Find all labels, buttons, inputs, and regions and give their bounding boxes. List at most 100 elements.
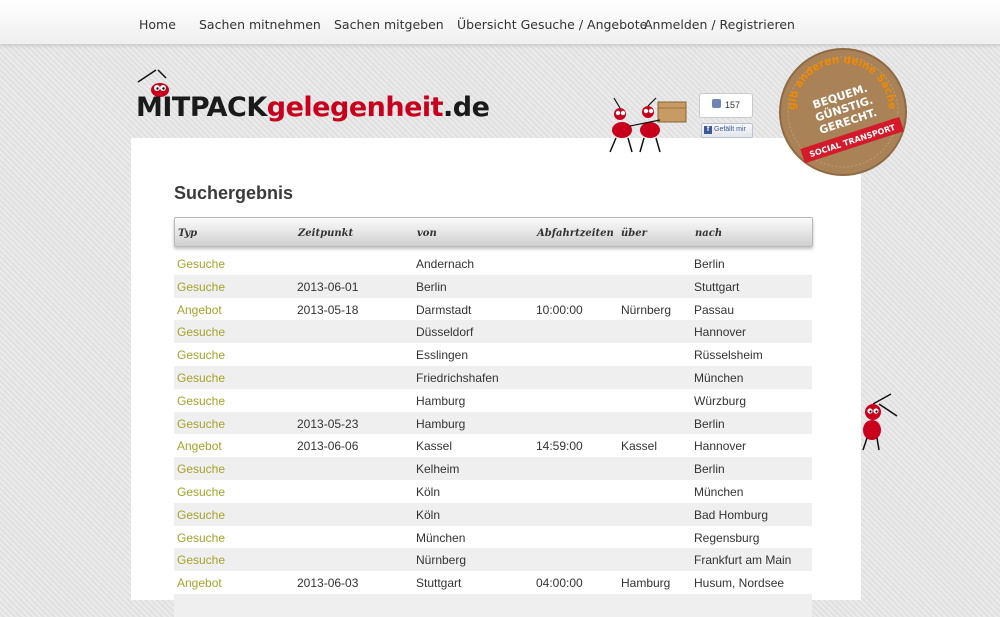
table-row: Gesuche Nürnberg Frankfurt am Main [174,548,812,572]
top-navigation: Home Sachen mitnehmen Sachen mitgeben Üb… [0,0,1000,45]
row-type-link[interactable]: Angebot [177,439,222,453]
row-type-link[interactable]: Gesuche [177,257,225,271]
table-row: Gesuche Köln München [174,480,812,503]
row-von: Düsseldorf [416,325,474,340]
like-thumb-icon [712,99,721,108]
table-row: Gesuche Köln Bad Homburg [174,502,812,526]
row-von: Hamburg [416,393,466,408]
row-von: Hamburg [416,416,466,431]
row-type-link[interactable]: Angebot [177,303,222,317]
like-button-label: Gefällt mir [714,126,746,133]
nav-sachen-mitnehmen[interactable]: Sachen mitnehmen [199,0,321,44]
row-type-link[interactable]: Gesuche [177,508,225,522]
nav-anmelden[interactable]: Anmelden / Registrieren [644,0,795,44]
row-nach: München [694,370,744,385]
row-nach: Hannover [694,439,747,454]
table-row: Angebot 2013-05-18 Darmstadt 10:00:00 Nürnbe… [174,298,812,321]
row-nach: Frankfurt am Main [694,553,792,568]
row-type-link[interactable]: Gesuche [177,553,225,567]
results-table-body: Gesuche Andernach Berlin Gesuche 2013-06-01… [174,252,812,617]
facebook-like-button[interactable]: f Gefällt mir [701,123,753,138]
table-row: Gesuche Andernach Berlin [174,252,812,275]
logo-part-mitpack: MITPACK [136,92,267,123]
nav-uebersicht[interactable]: Übersicht Gesuche / Angebote [457,0,647,44]
row-von: München [416,530,466,545]
row-nach: Rüsselsheim [694,348,763,363]
row-nach: Stuttgart [694,279,740,294]
table-row: Gesuche Düsseldorf Hannover [174,320,812,344]
col-header-ueber[interactable]: über [621,228,647,239]
row-von: Andernach [416,257,475,271]
row-von: Stuttgart [416,576,462,591]
table-row: Gesuche 2013-06-01 Berlin Stuttgart [174,274,812,298]
row-zeitpunkt: 2013-05-18 [297,302,359,317]
row-nach: Passau [694,302,735,317]
row-zeitpunkt: 2013-06-03 [297,576,359,591]
row-von: Kassel [416,439,453,454]
col-header-nach[interactable]: nach [695,228,722,239]
row-type-link[interactable]: Gesuche [177,280,225,294]
row-von: Esslingen [416,348,469,363]
row-ueber: Kassel [621,439,658,454]
row-nach: Bad Homburg [694,507,769,522]
row-nach: Husum, Nordsee [694,576,785,591]
table-row: Gesuche Friedrichshafen München [174,365,812,389]
row-von: Köln [416,507,441,522]
table-row: Gesuche München Regensburg [174,526,812,549]
row-type-link[interactable]: Gesuche [177,325,225,339]
row-ueber: Hamburg [621,576,671,591]
row-nach: Berlin [694,416,725,431]
row-nach: Berlin [694,257,725,271]
row-zeitpunkt: 2013-06-06 [297,439,359,454]
table-row: Gesuche Kelheim Berlin [174,457,812,480]
facebook-icon: f [704,126,712,134]
row-type-link[interactable]: Gesuche [177,485,225,499]
row-nach: München [694,484,744,499]
ant-mascot-icon[interactable] [857,390,901,452]
results-table-header: Typ Zeitpunkt von Abfahrtzeiten über nac… [174,217,813,247]
row-type-link[interactable]: Gesuche [177,531,225,545]
row-ueber: Nürnberg [621,302,672,317]
row-abfahrt: 04:00:00 [536,576,583,591]
col-header-abfahrtzeiten[interactable]: Abfahrtzeiten [537,228,614,239]
row-nach: Würzburg [694,393,747,408]
logo-part-tld: .de [443,92,490,123]
col-header-von[interactable]: von [417,228,437,239]
row-type-link[interactable]: Gesuche [177,348,225,362]
row-type-link[interactable]: Angebot [177,576,222,590]
table-row: Gesuche Hamburg Würzburg [174,389,812,412]
row-von: Berlin [416,279,447,294]
like-count-box: 157 [699,93,753,118]
col-header-typ[interactable]: Typ [178,228,197,239]
row-type-link[interactable]: Gesuche [177,417,225,431]
row-nach: Hannover [694,325,747,340]
row-type-link[interactable]: Gesuche [177,462,225,476]
table-row [174,593,812,617]
row-von: Darmstadt [416,302,472,317]
like-count: 157 [725,100,741,110]
table-row: Gesuche Esslingen Rüsselsheim [174,343,812,366]
row-von: Nürnberg [416,553,467,568]
social-transport-badge: gib anderen deine Sachen mit BEQUEM. GÜN… [777,48,907,176]
table-row: Gesuche 2013-05-23 Hamburg Berlin [174,411,812,435]
row-type-link[interactable]: Gesuche [177,371,225,385]
row-von: Kelheim [416,462,460,477]
row-von: Friedrichshafen [416,370,499,385]
row-abfahrt: 10:00:00 [536,302,583,317]
logo-part-gelegenheit: gelegenheit [266,92,444,123]
page-title: Suchergebnis [174,183,294,203]
table-row: Angebot 2013-06-03 Stuttgart 04:00:00 Hambur… [174,571,812,594]
ants-with-box-icon [609,97,687,153]
nav-sachen-mitgeben[interactable]: Sachen mitgeben [334,0,444,44]
table-row: Angebot 2013-06-06 Kassel 14:59:00 Kassel Han… [174,434,812,457]
site-logo[interactable]: MITPACKgelegenheit.de [136,92,490,123]
nav-home[interactable]: Home [139,0,176,44]
row-nach: Regensburg [694,530,760,545]
row-zeitpunkt: 2013-06-01 [297,279,359,294]
row-nach: Berlin [694,462,725,477]
row-type-link[interactable]: Gesuche [177,394,225,408]
col-header-zeitpunkt[interactable]: Zeitpunkt [298,228,353,239]
row-zeitpunkt: 2013-05-23 [297,416,359,431]
row-abfahrt: 14:59:00 [536,439,583,454]
row-von: Köln [416,484,441,499]
